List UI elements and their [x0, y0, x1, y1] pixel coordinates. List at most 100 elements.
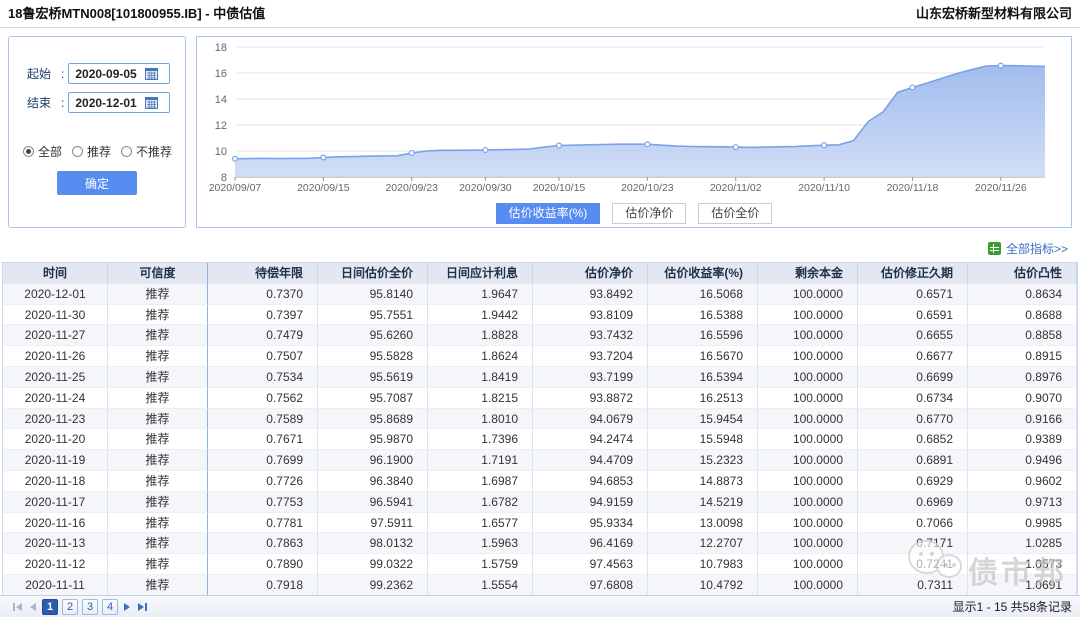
table-row[interactable]: 2020-11-26推荐0.750795.58281.862493.720416…: [3, 346, 1077, 367]
table-cell: 2020-11-16: [3, 513, 108, 534]
table-row[interactable]: 2020-11-19推荐0.769996.19001.719194.470915…: [3, 450, 1077, 471]
table-cell: 100.0000: [758, 409, 858, 430]
table-cell: 推荐: [108, 554, 208, 575]
table-row[interactable]: 2020-11-12推荐0.789099.03221.575997.456310…: [3, 554, 1077, 575]
pagination-page-button[interactable]: 2: [62, 599, 78, 615]
radio-label: 推荐: [87, 143, 111, 160]
table-row[interactable]: 2020-11-11推荐0.791899.23621.555497.680810…: [3, 575, 1077, 596]
table-cell: 100.0000: [758, 325, 858, 346]
table-cell: 95.5828: [318, 346, 428, 367]
table-cell: 1.6987: [428, 471, 533, 492]
table-cell: 推荐: [108, 305, 208, 326]
table-row[interactable]: 2020-11-16推荐0.778197.59111.657795.933413…: [3, 513, 1077, 534]
table-row[interactable]: 2020-11-30推荐0.739795.75511.944293.810916…: [3, 305, 1077, 326]
table-cell: 94.2474: [533, 429, 648, 450]
pagination-next-button[interactable]: [124, 599, 130, 614]
table-cell: 93.7204: [533, 346, 648, 367]
recommend-radio-group: 全部 推荐不推荐: [23, 143, 185, 160]
table-cell: 94.0679: [533, 409, 648, 430]
pagination-first-button: [12, 599, 22, 614]
column-header: 估价净价: [533, 263, 648, 284]
table-cell: 16.5388: [648, 305, 758, 326]
table-cell: 0.6852: [858, 429, 968, 450]
radio-option[interactable]: 全部: [23, 143, 62, 160]
svg-text:2020/11/26: 2020/11/26: [975, 182, 1027, 194]
table-cell: 16.5670: [648, 346, 758, 367]
table-cell: 0.7753: [208, 492, 318, 513]
table-row[interactable]: 2020-11-27推荐0.747995.62601.882893.743216…: [3, 325, 1077, 346]
table-cell: 100.0000: [758, 388, 858, 409]
table-cell: 2020-11-12: [3, 554, 108, 575]
pagination-info: 显示1 - 15 共58条记录: [953, 598, 1072, 615]
table-cell: 97.4563: [533, 554, 648, 575]
chart-tab[interactable]: 估价全价: [698, 203, 772, 224]
all-indicators-row: 全部指标>>: [988, 240, 1068, 257]
table-cell: 100.0000: [758, 346, 858, 367]
pagination-page-button[interactable]: 4: [102, 599, 118, 615]
radio-icon[interactable]: [121, 146, 132, 157]
table-cell: 0.6591: [858, 305, 968, 326]
table-cell: 0.9602: [968, 471, 1077, 492]
pagination-page-button[interactable]: 1: [42, 599, 58, 615]
table-cell: 2020-11-19: [3, 450, 108, 471]
start-date-input[interactable]: [69, 67, 145, 81]
svg-text:14: 14: [215, 94, 227, 106]
calendar-icon[interactable]: [145, 67, 158, 80]
table-cell: 0.7890: [208, 554, 318, 575]
radio-icon[interactable]: [72, 146, 83, 157]
radio-option[interactable]: 推荐: [72, 143, 111, 160]
svg-text:2020/10/15: 2020/10/15: [533, 182, 586, 194]
table-cell: 0.7397: [208, 305, 318, 326]
table-row[interactable]: 2020-11-13推荐0.786398.01321.596396.416912…: [3, 533, 1077, 554]
table-cell: 2020-11-26: [3, 346, 108, 367]
table-cell: 1.8215: [428, 388, 533, 409]
table-cell: 推荐: [108, 513, 208, 534]
table-row[interactable]: 2020-12-01推荐0.737095.81401.964793.849216…: [3, 284, 1077, 305]
table-cell: 0.6699: [858, 367, 968, 388]
pagination-page-button[interactable]: 3: [82, 599, 98, 615]
radio-icon[interactable]: [23, 146, 34, 157]
calendar-icon[interactable]: [145, 96, 158, 109]
chart-tab[interactable]: 估价收益率(%): [496, 203, 601, 224]
table-cell: 0.7370: [208, 284, 318, 305]
table-row[interactable]: 2020-11-17推荐0.775396.59411.678294.915914…: [3, 492, 1077, 513]
column-header: 待偿年限: [208, 263, 318, 284]
table-cell: 0.7562: [208, 388, 318, 409]
table-cell: 96.3840: [318, 471, 428, 492]
table-row[interactable]: 2020-11-18推荐0.772696.38401.698794.685314…: [3, 471, 1077, 492]
table-cell: 0.7479: [208, 325, 318, 346]
table-cell: 100.0000: [758, 533, 858, 554]
table-cell: 100.0000: [758, 284, 858, 305]
column-header: 时间: [3, 263, 108, 284]
table-cell: 16.5596: [648, 325, 758, 346]
table-cell: 15.2323: [648, 450, 758, 471]
table-cell: 16.2513: [648, 388, 758, 409]
table-cell: 98.0132: [318, 533, 428, 554]
all-indicators-link[interactable]: 全部指标>>: [1006, 240, 1068, 257]
start-date-field: [68, 63, 170, 84]
pagination-last-button[interactable]: [138, 599, 148, 614]
table-cell: 100.0000: [758, 367, 858, 388]
table-row[interactable]: 2020-11-24推荐0.756295.70871.821593.887216…: [3, 388, 1077, 409]
table-cell: 97.5911: [318, 513, 428, 534]
column-header: 估价修正久期: [858, 263, 968, 284]
table-cell: 10.4792: [648, 575, 758, 596]
svg-text:2020/09/07: 2020/09/07: [209, 182, 262, 194]
table-cell: 0.7534: [208, 367, 318, 388]
radio-label: 全部: [38, 143, 62, 160]
table-row[interactable]: 2020-11-25推荐0.753495.56191.841993.719916…: [3, 367, 1077, 388]
table-row[interactable]: 2020-11-20推荐0.767195.98701.739694.247415…: [3, 429, 1077, 450]
table-cell: 推荐: [108, 367, 208, 388]
confirm-button[interactable]: 确定: [57, 171, 137, 195]
company-name: 山东宏桥新型材料有限公司: [916, 0, 1072, 28]
svg-text:12: 12: [215, 120, 227, 132]
radio-option[interactable]: 不推荐: [121, 143, 172, 160]
table-cell: 97.6808: [533, 575, 648, 596]
table-row[interactable]: 2020-11-23推荐0.758995.86891.801094.067915…: [3, 409, 1077, 430]
end-date-input[interactable]: [69, 96, 145, 110]
data-table: 时间可信度待偿年限日间估价全价日间应计利息估价净价估价收益率(%)剩余本金估价修…: [2, 262, 1078, 596]
chart-tab[interactable]: 估价净价: [612, 203, 686, 224]
table-cell: 1.5554: [428, 575, 533, 596]
table-cell: 0.7671: [208, 429, 318, 450]
pagination-pages: 1234: [40, 599, 120, 615]
